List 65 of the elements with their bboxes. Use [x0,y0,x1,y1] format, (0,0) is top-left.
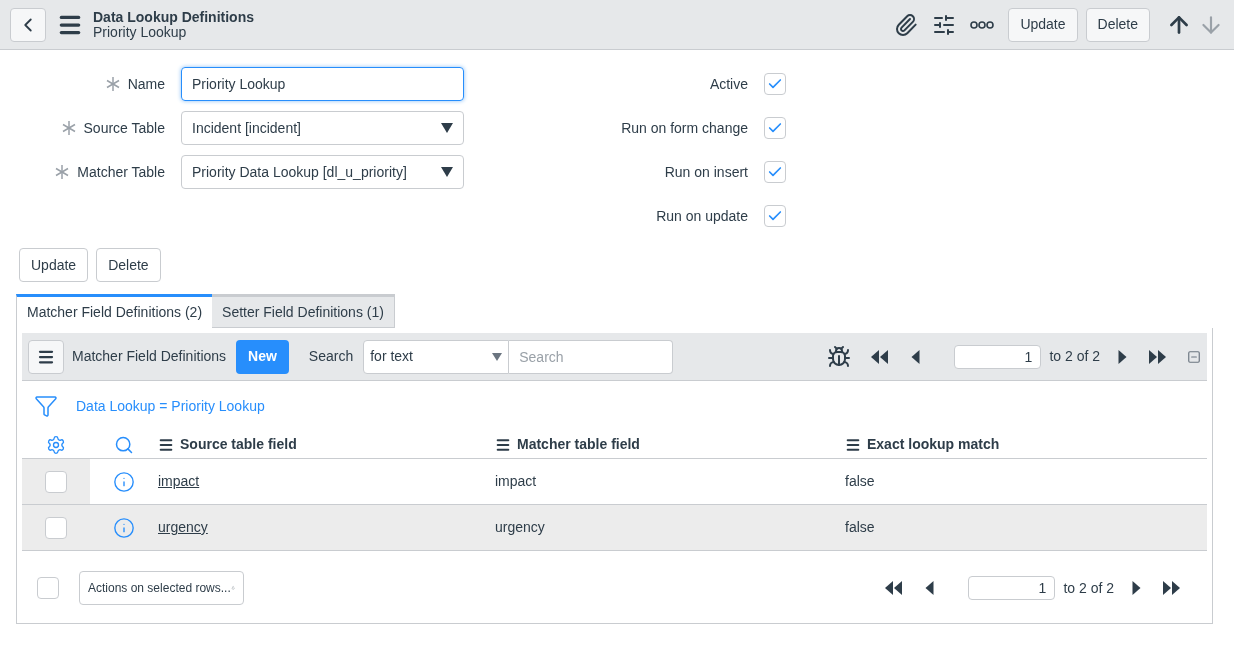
dropdown-icon [441,123,453,133]
filter-icon[interactable] [34,394,58,418]
checkbox[interactable] [764,161,786,183]
paperclip-icon[interactable] [894,12,919,37]
field-label: Matcher Table [77,162,165,182]
header-button[interactable]: Delete [1085,7,1150,42]
next-page-icon[interactable] [1116,349,1129,364]
checkbox[interactable] [764,205,786,227]
record-link[interactable]: impact [158,471,495,492]
info-icon[interactable] [113,516,135,539]
previous-page-icon[interactable] [909,349,923,364]
table-cell-text: urgency [495,518,546,537]
form-button[interactable]: Delete [96,248,161,282]
tab[interactable]: Matcher Field Definitions (2) [16,294,213,328]
previous-page-icon[interactable] [923,581,937,595]
actions-select[interactable]: Actions on selected rows... [79,571,244,605]
search-field[interactable]: Search [509,339,674,374]
checkbox-label: Active [708,74,749,94]
dropdown-icon [441,167,453,177]
page-range: to 2 of 2 [1049,347,1100,366]
checkbox[interactable] [764,117,786,139]
column-menu-icon[interactable] [158,436,174,453]
table-cell-text: false [845,472,875,491]
checkbox-label: Run on update [655,206,749,226]
table-cell-text: impact [495,472,538,491]
field-label: Name [127,74,165,94]
list-menu-button[interactable] [28,339,64,374]
table-select[interactable]: Incident [incident] [181,111,464,145]
list-title: Matcher Field Definitions [72,347,227,366]
page-field[interactable]: 1 [954,344,1042,369]
header-button[interactable]: Update [1008,7,1078,42]
search-mode-select[interactable]: for text [363,339,510,374]
name-field[interactable]: Priority Lookup [181,67,464,101]
column-header[interactable]: Exact lookup match [867,434,1000,455]
form-button[interactable]: Update [19,248,89,282]
column-menu-icon[interactable] [495,436,511,453]
checkbox[interactable] [45,470,67,493]
tab[interactable]: Setter Field Definitions (1) [212,294,395,328]
record-title: Priority Lookup [93,24,188,40]
more-icon[interactable] [970,20,995,29]
settings-icon[interactable] [46,434,66,455]
record-link[interactable]: urgency [158,517,495,538]
table-select[interactable]: Priority Data Lookup [dl_u_priority] [181,155,464,189]
column-header[interactable]: Matcher table field [517,434,640,455]
search-icon[interactable] [114,434,134,455]
info-icon[interactable] [113,470,135,493]
checkbox[interactable] [45,516,67,539]
next-page-icon[interactable] [1130,581,1143,595]
checkbox-label: Run on insert [663,162,749,182]
checkbox[interactable] [37,577,59,599]
column-menu-icon[interactable] [845,436,861,453]
field-label: Source Table [83,118,165,138]
bug-icon[interactable] [827,344,852,369]
search-label: Search [308,347,354,366]
page-field[interactable]: 1 [968,576,1056,600]
back-button[interactable] [10,7,46,42]
table-cell-text: false [845,518,875,537]
sliders-icon[interactable] [932,12,957,37]
dropdown-icon [492,352,503,361]
checkbox-label: Run on form change [620,118,749,138]
window-title: Data Lookup Definitions [93,9,254,25]
page-range: to 2 of 2 [1063,578,1114,598]
column-header[interactable]: Source table field [180,434,297,455]
collapse-icon[interactable] [1187,349,1201,364]
checkbox[interactable] [764,73,786,95]
